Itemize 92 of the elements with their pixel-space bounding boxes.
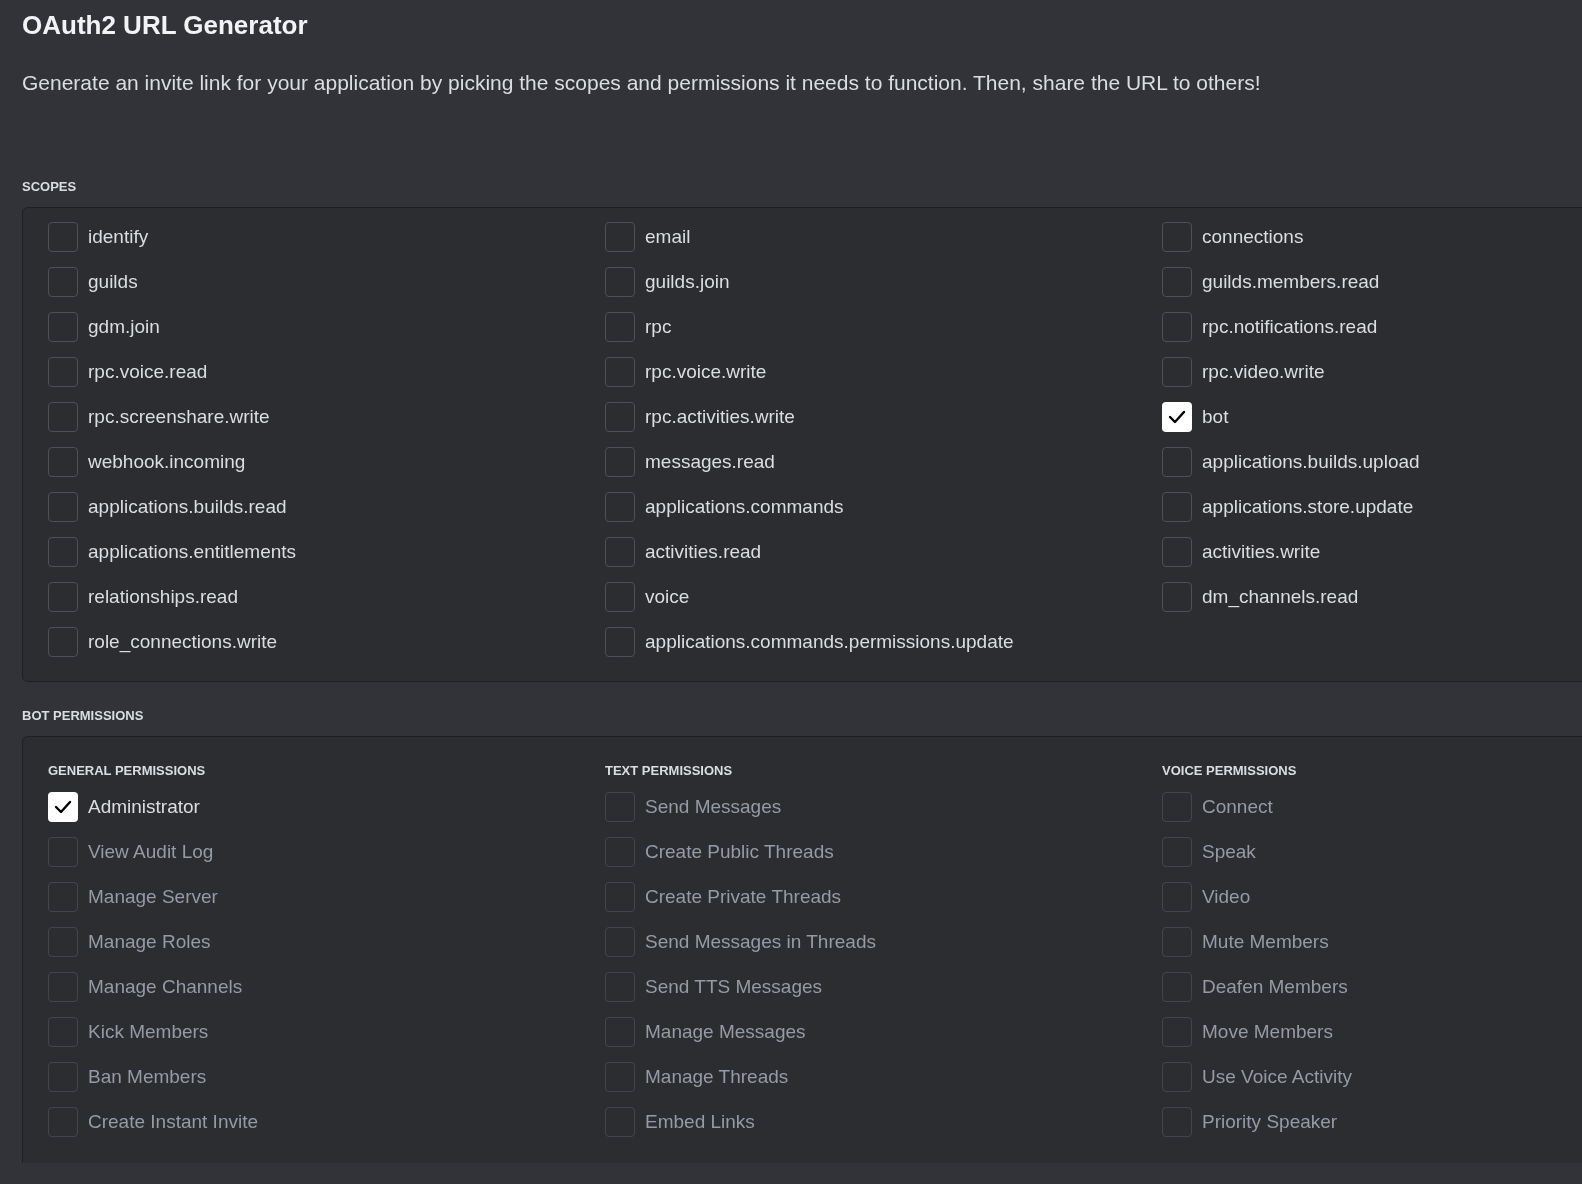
checkbox-label: Manage Messages — [645, 1019, 806, 1044]
checkbox[interactable] — [605, 627, 635, 657]
checkbox-label: Manage Server — [88, 884, 218, 909]
checkbox-label: Send TTS Messages — [645, 974, 823, 999]
checkbox-label: rpc.notifications.read — [1202, 314, 1378, 339]
checkbox[interactable] — [1162, 582, 1192, 612]
checkbox-label: connections — [1202, 224, 1304, 249]
group-heading: VOICE PERMISSIONS — [1162, 763, 1298, 779]
checkbox-label: gdm.join — [88, 314, 160, 339]
checkbox[interactable] — [605, 222, 635, 252]
checkbox-label: guilds.join — [645, 269, 730, 294]
checkbox-label: Move Members — [1202, 1019, 1333, 1044]
checkbox[interactable] — [48, 582, 78, 612]
checkbox[interactable] — [605, 537, 635, 567]
checkbox-label: Manage Channels — [88, 974, 243, 999]
checkbox-label: Send Messages in Threads — [645, 929, 876, 954]
checkbox-label: rpc.voice.read — [88, 359, 208, 384]
checkbox-label: Ban Members — [88, 1064, 207, 1089]
checkmark-icon — [1168, 410, 1186, 424]
checkbox[interactable] — [48, 537, 78, 567]
checkbox-label: activities.write — [1202, 539, 1321, 564]
checkbox-label: applications.commands.permissions.update — [645, 629, 1014, 654]
checkbox[interactable] — [1162, 492, 1192, 522]
checkbox-label: Create Private Threads — [645, 884, 842, 909]
checkbox-label: applications.builds.read — [88, 494, 287, 519]
checkbox[interactable] — [605, 492, 635, 522]
section-label: SCOPES — [22, 179, 78, 195]
checkbox-label: role_connections.write — [88, 629, 278, 655]
checkbox-label: email — [645, 224, 691, 249]
group-heading: TEXT PERMISSIONS — [605, 763, 734, 779]
checkbox-label: Create Public Threads — [645, 839, 834, 864]
section-label: BOT PERMISSIONS — [22, 708, 145, 724]
checkbox-label: Connect — [1202, 794, 1273, 819]
checkbox[interactable] — [48, 357, 78, 387]
checkbox-label: Mute Members — [1202, 929, 1329, 954]
checkbox[interactable] — [1162, 312, 1192, 342]
checkbox[interactable] — [48, 492, 78, 522]
checkbox[interactable] — [48, 222, 78, 252]
checkbox[interactable] — [48, 447, 78, 477]
checkbox-label: Priority Speaker — [1202, 1109, 1338, 1134]
checkbox[interactable] — [48, 792, 78, 822]
checkbox-label: activities.read — [645, 539, 762, 564]
checkbox[interactable] — [1162, 357, 1192, 387]
checkbox-label: Deafen Members — [1202, 974, 1348, 999]
checkbox-label: applications.entitlements — [88, 539, 297, 564]
checkbox[interactable] — [48, 267, 78, 297]
checkbox-label: dm_channels.read — [1202, 584, 1359, 610]
checkbox-label: Send Messages — [645, 794, 782, 819]
checkbox-label: bot — [1202, 404, 1229, 429]
checkbox[interactable] — [605, 582, 635, 612]
checkbox[interactable] — [48, 627, 78, 657]
checkmark-icon — [54, 800, 72, 814]
checkbox-label: relationships.read — [88, 584, 238, 609]
checkbox-label: messages.read — [645, 449, 775, 474]
checkbox[interactable] — [1162, 402, 1192, 432]
checkbox-label: rpc.video.write — [1202, 359, 1325, 384]
checkbox[interactable] — [1162, 222, 1192, 252]
checkbox[interactable] — [605, 267, 635, 297]
checkbox-label: webhook.incoming — [88, 449, 246, 474]
page-title: OAuth2 URL Generator — [22, 9, 309, 42]
checkbox-label: Speak — [1202, 839, 1256, 864]
checkbox[interactable] — [605, 312, 635, 342]
checkbox-label: voice — [645, 584, 690, 609]
checkbox-label: applications.commands — [645, 494, 844, 519]
checkbox-label: Manage Threads — [645, 1064, 789, 1089]
checkbox-label: applications.store.update — [1202, 494, 1414, 519]
checkbox[interactable] — [1162, 447, 1192, 477]
checkbox-label: rpc.screenshare.write — [88, 404, 270, 429]
checkbox-label: Administrator — [88, 794, 200, 819]
checkbox-label: guilds — [88, 269, 138, 294]
page-description: Generate an invite link for your application by picking the scopes and permissions it needs to function. Then, share the URL to others! — [22, 70, 1262, 96]
checkbox-label: applications.builds.upload — [1202, 449, 1420, 474]
checkbox-label: Video — [1202, 884, 1251, 909]
checkbox-label: rpc.voice.write — [645, 359, 767, 384]
checkbox-label: rpc — [645, 314, 672, 339]
checkbox-label: Use Voice Activity — [1202, 1064, 1352, 1089]
checkbox-label: guilds.members.read — [1202, 269, 1380, 294]
checkbox[interactable] — [1162, 267, 1192, 297]
checkbox-label: Create Instant Invite — [88, 1109, 259, 1134]
checkbox[interactable] — [605, 357, 635, 387]
checkbox[interactable] — [48, 402, 78, 432]
checkbox[interactable] — [1162, 537, 1192, 567]
checkbox-label: Kick Members — [88, 1019, 209, 1044]
checkbox-label: rpc.activities.write — [645, 404, 795, 429]
checkbox-label: Manage Roles — [88, 929, 211, 954]
checkbox-label: View Audit Log — [88, 839, 214, 864]
checkbox[interactable] — [605, 402, 635, 432]
checkbox-label: identify — [88, 224, 149, 249]
checkbox[interactable] — [48, 312, 78, 342]
checkbox-label: Embed Links — [645, 1109, 755, 1134]
checkbox[interactable] — [605, 447, 635, 477]
group-heading: GENERAL PERMISSIONS — [48, 763, 207, 779]
